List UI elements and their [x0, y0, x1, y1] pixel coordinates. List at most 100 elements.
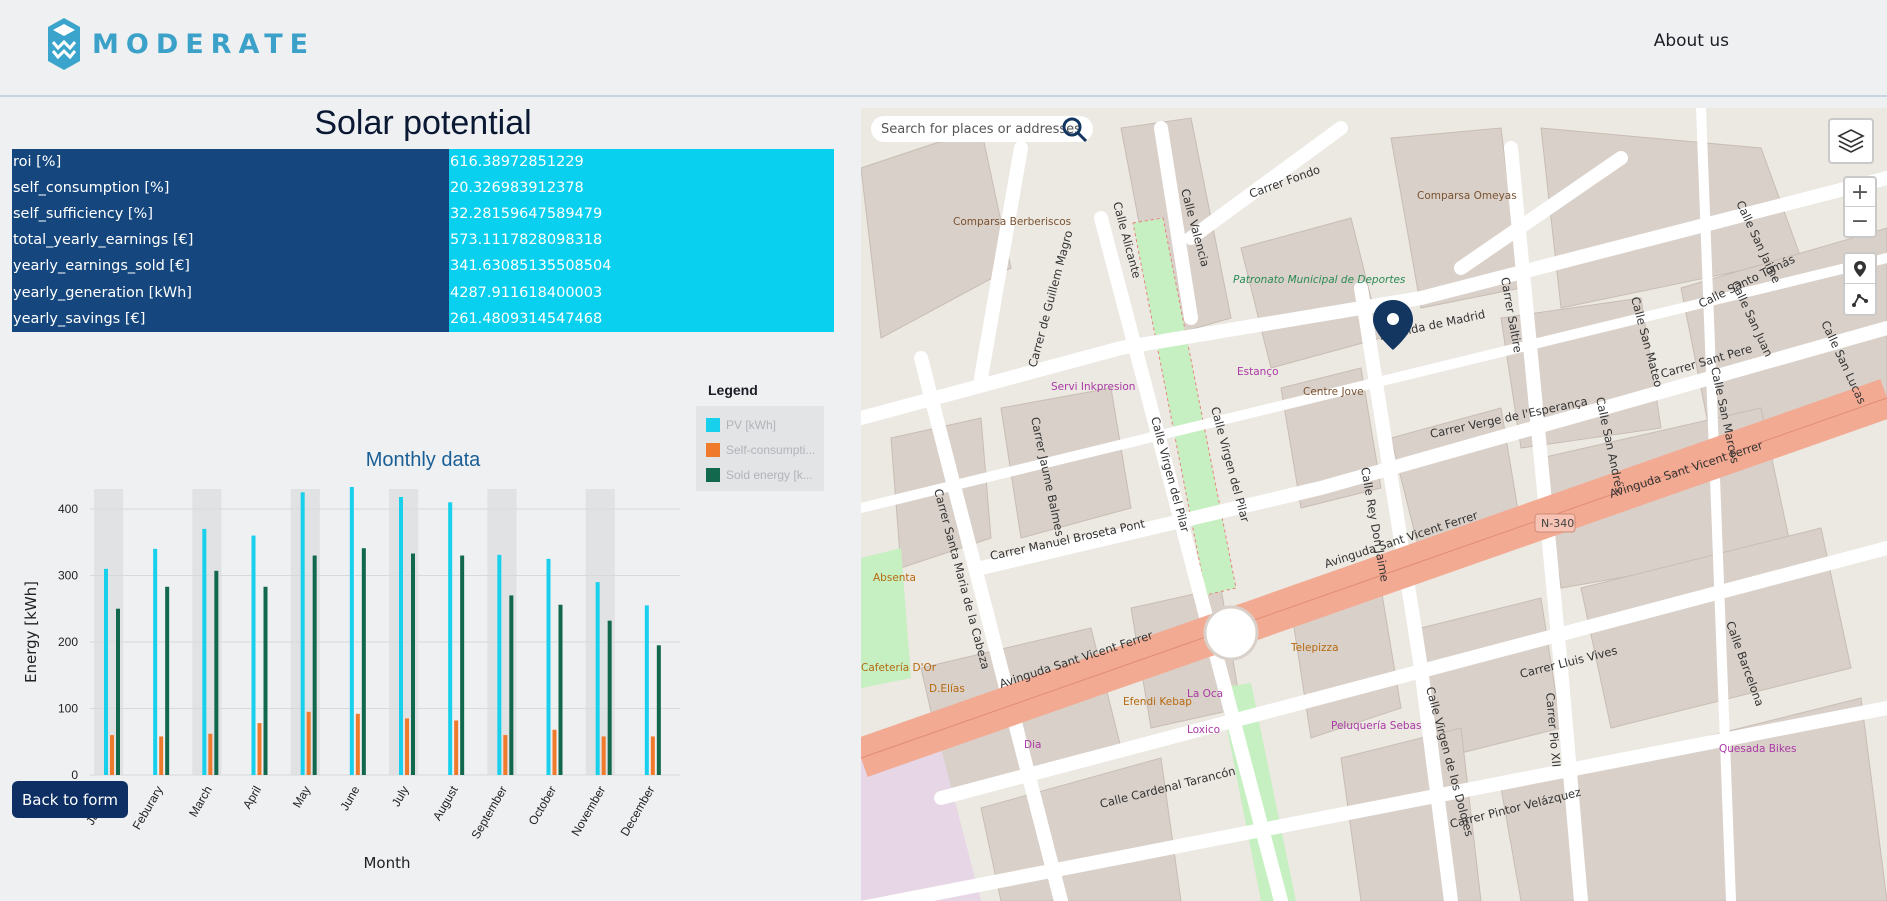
bar — [300, 492, 305, 775]
bar — [208, 733, 213, 775]
legend-box: PV [kWh] Self-consumpti... Sold energy [k.… — [696, 406, 824, 491]
legend-swatch — [706, 467, 720, 482]
svg-text:N-340: N-340 — [1541, 517, 1574, 530]
svg-text:Absenta: Absenta — [873, 572, 916, 584]
kpi-value: 616.38972851229 — [449, 149, 834, 176]
legend-swatch — [706, 442, 720, 457]
kpi-row: yearly_generation [kWh] 4287.911618400003 — [12, 279, 834, 306]
kpi-value: 573.1117828098318 — [449, 227, 834, 254]
kpi-value: 261.4809314547468 — [449, 305, 834, 332]
kpi-table: roi [%] 616.38972851229 self_consumption [… — [12, 149, 834, 332]
kpi-key: roi [%] — [12, 149, 449, 176]
brand-name: MODERATE — [92, 28, 316, 60]
bar — [257, 723, 262, 775]
map-search-input[interactable] — [871, 116, 1093, 142]
bar — [202, 528, 207, 775]
draw-tools — [1843, 252, 1877, 316]
svg-text:Comparsa Omeyas: Comparsa Omeyas — [1417, 190, 1517, 202]
svg-text:Centre Jove: Centre Jove — [1303, 386, 1364, 398]
kpi-row: roi [%] 616.38972851229 — [12, 149, 834, 176]
svg-text:Servi Inkpresion: Servi Inkpresion — [1051, 381, 1135, 393]
bar — [153, 548, 158, 775]
bar — [656, 645, 661, 775]
bar — [558, 604, 563, 775]
kpi-key: self_consumption [%] — [12, 175, 449, 202]
legend-item[interactable]: PV [kWh] — [706, 412, 820, 437]
zoom-in-button[interactable]: + — [1845, 178, 1875, 207]
kpi-row: yearly_savings [€] 261.4809314547468 — [12, 305, 834, 332]
map-view[interactable]: N-340 Avenida de Madrid Carrer Verge de … — [861, 108, 1887, 901]
y-axis-title: Energy [kWh] — [22, 581, 40, 683]
bar — [595, 582, 600, 775]
kpi-value: 341.63085135508504 — [449, 253, 834, 280]
y-tick-label: 300 — [58, 568, 78, 582]
kpi-row: yearly_earnings_sold [€] 341.630851355085… — [12, 253, 834, 280]
kpi-key: yearly_earnings_sold [€] — [12, 253, 449, 280]
kpi-key: yearly_savings [€] — [12, 305, 449, 332]
chart-legend: Legend PV [kWh] Self-consumpti... Sold ene… — [696, 382, 836, 491]
search-icon[interactable] — [1062, 117, 1088, 143]
moderate-logo[interactable]: MODERATE — [48, 18, 315, 70]
svg-text:D.Elías: D.Elías — [929, 683, 965, 695]
bar — [214, 570, 219, 775]
zoom-control: + − — [1843, 176, 1877, 238]
bar — [411, 553, 415, 775]
legend-swatch — [706, 417, 720, 432]
bar — [355, 713, 360, 775]
bar — [349, 487, 354, 775]
svg-text:Loxico: Loxico — [1187, 724, 1220, 736]
svg-text:Efendi Kebap: Efendi Kebap — [1123, 696, 1192, 708]
bar — [644, 605, 649, 775]
legend-title: Legend — [708, 382, 758, 398]
bar — [601, 736, 606, 775]
back-to-form-button[interactable]: Back to form — [12, 781, 128, 818]
street-map[interactable]: N-340 Avenida de Madrid Carrer Verge de … — [861, 108, 1887, 901]
bar — [607, 620, 612, 775]
kpi-row: self_consumption [%] 20.326983912378 — [12, 175, 834, 202]
svg-text:Estanço: Estanço — [1237, 366, 1279, 378]
x-axis-title: Month — [363, 854, 410, 872]
bar — [361, 548, 366, 775]
bar — [448, 502, 453, 775]
y-tick-label: 200 — [58, 635, 78, 649]
chart-title: Monthly data — [366, 449, 481, 471]
bar — [497, 554, 502, 775]
bar — [509, 595, 514, 775]
x-tick-label: May — [290, 784, 313, 811]
moderate-logo-icon — [48, 18, 80, 70]
bar — [159, 736, 164, 775]
kpi-value: 20.326983912378 — [449, 175, 834, 202]
bar — [650, 736, 655, 775]
draw-polyline-button[interactable] — [1845, 284, 1875, 313]
svg-text:La Oca: La Oca — [1187, 688, 1223, 700]
kpi-value: 32.28159647589479 — [449, 201, 834, 228]
svg-text:Peluquería Sebas: Peluquería Sebas — [1331, 720, 1421, 732]
kpi-key: total_yearly_earnings [€] — [12, 227, 449, 254]
svg-text:Patronato Municipal de Deporte: Patronato Municipal de Deportes — [1233, 274, 1406, 286]
kpi-row: self_sufficiency [%] 32.28159647589479 — [12, 201, 834, 228]
bar — [263, 586, 268, 775]
bar — [306, 711, 311, 775]
x-tick-label: September — [468, 784, 509, 842]
legend-label: PV [kWh] — [726, 417, 777, 432]
layers-button[interactable] — [1828, 118, 1874, 164]
y-tick-label: 100 — [58, 701, 78, 715]
results-panel: Solar potential roi [%] 616.38972851229 se… — [0, 100, 861, 901]
svg-text:Quesada Bikes: Quesada Bikes — [1719, 743, 1796, 755]
svg-text:Telepizza: Telepizza — [1290, 642, 1339, 654]
x-tick-label: April — [240, 784, 264, 812]
marker-icon — [1854, 261, 1866, 277]
svg-text:Dia: Dia — [1024, 739, 1041, 751]
monthly-chart: Monthly data0100200300400JanuaryFeburary… — [12, 340, 834, 880]
zoom-out-button[interactable]: − — [1845, 207, 1875, 236]
bar — [552, 729, 557, 775]
polyline-icon — [1852, 293, 1868, 307]
legend-item[interactable]: Sold energy [k... — [706, 462, 820, 487]
bar — [116, 608, 120, 775]
bar — [460, 555, 465, 775]
draw-marker-button[interactable] — [1845, 255, 1875, 284]
about-us-link[interactable]: About us — [1654, 31, 1729, 51]
page-title: Solar potential — [314, 104, 532, 142]
legend-item[interactable]: Self-consumpti... — [706, 437, 820, 462]
y-tick-label: 0 — [71, 768, 78, 782]
